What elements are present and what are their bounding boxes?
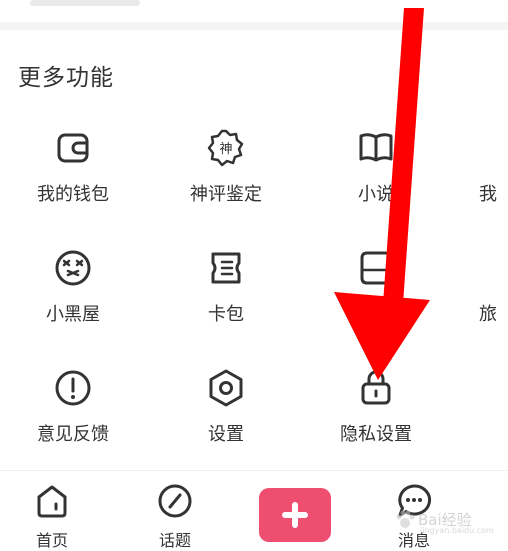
section-divider <box>0 22 508 30</box>
grid-item-label: 隐私设置 <box>340 424 412 445</box>
home-icon <box>37 485 67 518</box>
grid-item-wallet[interactable]: 我的钱包 <box>13 128 133 218</box>
nav-topics[interactable]: 话题 <box>130 471 220 550</box>
watermark-sub: jingyan.baidu.com <box>420 526 494 535</box>
book-icon <box>359 133 393 162</box>
grid-item-settings[interactable]: 设置 <box>166 368 286 458</box>
section-title: 更多功能 <box>18 65 114 91</box>
top-bar-remnant <box>30 0 140 6</box>
exclamation-circle-icon <box>55 370 91 406</box>
grid-item-label: 小黑屋 <box>46 304 100 325</box>
paw-logo-icon <box>396 510 415 528</box>
grid-item-label: 卡包 <box>208 304 244 325</box>
grid-item-privacy-settings[interactable]: 隐私设置 <box>316 368 436 458</box>
grid-item-label: 我的钱包 <box>37 184 109 205</box>
grid-item-shenping[interactable]: 神 神评鉴定 <box>166 128 286 218</box>
create-post-button[interactable] <box>259 488 331 542</box>
grid-item-blackroom[interactable]: 小黑屋 <box>13 248 133 338</box>
shen-badge-icon: 神 <box>207 129 244 167</box>
grid-item-label: 小说 <box>358 184 394 205</box>
nav-home[interactable]: 首页 <box>7 471 97 550</box>
nav-label: 话题 <box>158 531 191 550</box>
shen-badge-text: 神 <box>219 142 232 157</box>
grid-item-skin[interactable]: 皮肤 <box>316 248 436 338</box>
grid-item-label: 皮肤 <box>358 304 394 325</box>
grid-item-label: 意见反馈 <box>37 424 109 445</box>
grid-item-label: 我 <box>479 184 497 205</box>
grid-item-label: 设置 <box>208 424 244 445</box>
lock-icon <box>361 370 391 405</box>
grid-item-label: 旅 <box>479 304 497 325</box>
wallet-icon <box>57 133 89 163</box>
card-pack-icon <box>211 252 241 284</box>
compass-icon <box>158 484 192 518</box>
nav-label: 首页 <box>35 531 68 550</box>
grid-item-partial-2[interactable]: 旅 <box>428 248 508 338</box>
dizzy-face-icon <box>55 250 91 286</box>
grid-item-cardpack[interactable]: 卡包 <box>166 248 286 338</box>
watermark: Bai经验 jingyan.baidu.com <box>390 505 508 537</box>
grid-item-feedback[interactable]: 意见反馈 <box>13 368 133 458</box>
skin-icon <box>360 251 392 285</box>
grid-item-partial-1[interactable]: 我 <box>428 128 508 218</box>
gear-hexagon-icon <box>209 369 243 407</box>
grid-item-novel[interactable]: 小说 <box>316 128 436 218</box>
grid-item-label: 神评鉴定 <box>190 184 262 205</box>
